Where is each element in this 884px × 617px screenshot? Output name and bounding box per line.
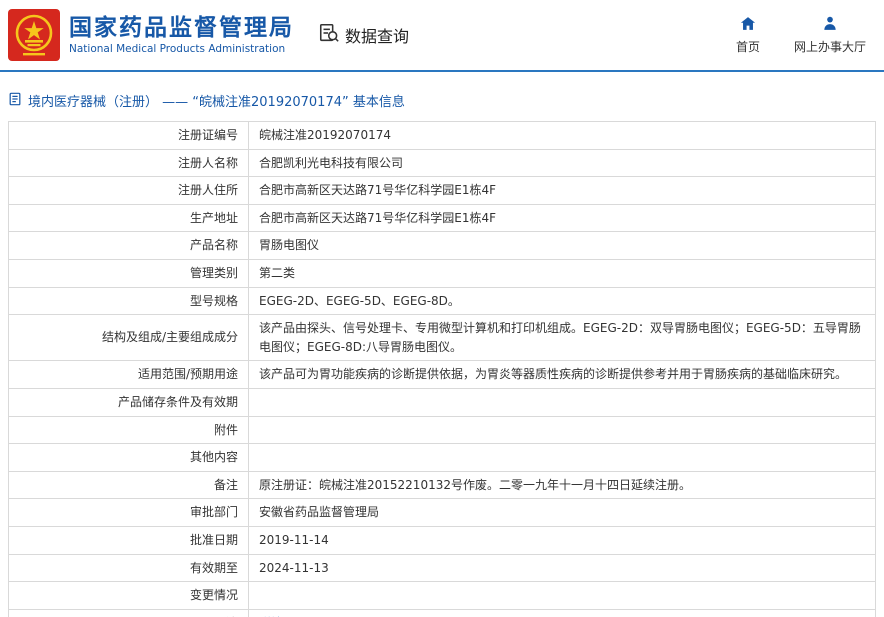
table-row: 产品名称 胃肠电图仪: [8, 231, 876, 260]
home-icon: [738, 15, 758, 35]
table-row: 管理类别 第二类: [8, 258, 876, 288]
table-row: 附件: [8, 415, 876, 445]
table-row: 注详情: [8, 608, 876, 617]
data-query-icon: [318, 22, 340, 48]
nav-home[interactable]: 首页: [736, 15, 760, 55]
row-label-text: 批准日期: [189, 532, 238, 547]
nav-service-hall[interactable]: 网上办事大厅: [794, 15, 866, 55]
row-value: 合肥市高新区天达路71号华亿科学园E1栋4F: [248, 203, 876, 233]
row-value: [248, 415, 876, 445]
nav-home-label: 首页: [735, 40, 760, 54]
row-label-text: 变更情况: [189, 588, 238, 603]
row-value: [248, 387, 876, 417]
row-label-text: 其他内容: [189, 450, 238, 465]
row-label: 注册人住所: [8, 176, 249, 205]
breadcrumb-text: 境内医疗器械（注册） —— “皖械注准20192070174” 基本信息: [28, 95, 405, 110]
logo-block: 国家药品监督管理局 National Medical Products Admi…: [8, 9, 294, 61]
row-label: 型号规格: [8, 286, 249, 316]
header-nav: 首页 网上办事大厅: [736, 15, 866, 55]
row-value: EGEG-2D、EGEG-5D、EGEG-8D。: [248, 286, 876, 316]
table-row: 其他内容: [8, 443, 876, 472]
row-value: [248, 443, 876, 472]
row-label: 有效期至: [8, 553, 249, 583]
row-value: 该产品由探头、信号处理卡、专用微型计算机和打印机组成。EGEG-2D：双导胃肠电…: [248, 314, 876, 362]
row-value: 2019-11-14: [248, 525, 876, 555]
table-row: 适用范围/预期用途 该产品可为胃功能疾病的诊断提供依据，为胃炎等器质性疾病的诊断提…: [8, 360, 876, 389]
table-row: 备注 原注册证：皖械注准20152210132号作废。二零一九年十一月十四日延续注…: [8, 470, 876, 500]
row-label-text: 有效期至: [189, 560, 238, 575]
row-label: 备注: [8, 470, 249, 500]
document-icon: [8, 92, 22, 110]
row-label-text: 产品储存条件及有效期: [117, 394, 238, 409]
row-label: 管理类别: [8, 258, 249, 288]
row-label-text: 适用范围/预期用途: [137, 367, 238, 382]
title-block: 国家药品监督管理局 National Medical Products Admi…: [69, 15, 294, 55]
row-label: 附件: [8, 415, 249, 445]
row-label-text: 结构及组成/主要组成成分: [101, 330, 238, 345]
table-row: 变更情况: [8, 581, 876, 610]
row-label-text: 注册证编号: [177, 128, 238, 142]
row-label: 注册人名称: [8, 148, 249, 178]
table-row: 有效期至 2024-11-13: [8, 553, 876, 583]
row-value: 第二类: [248, 258, 876, 288]
person-icon: [820, 15, 840, 35]
row-label: 审批部门: [8, 498, 249, 527]
row-label: 批准日期: [8, 525, 249, 555]
table-row: 型号规格 EGEG-2D、EGEG-5D、EGEG-8D。: [8, 286, 876, 316]
data-query-label: 数据查询: [345, 27, 410, 46]
row-label-text: 注册人住所: [177, 183, 238, 198]
row-value: 2024-11-13: [248, 553, 876, 583]
row-value: 胃肠电图仪: [248, 231, 876, 260]
row-label: 注: [8, 608, 249, 617]
row-label-text: 生产地址: [189, 210, 238, 225]
table-row: 生产地址 合肥市高新区天达路71号华亿科学园E1栋4F: [8, 203, 876, 233]
row-label-text: 产品名称: [189, 238, 238, 253]
row-value: 详情: [248, 608, 876, 617]
site-title: 国家药品监督管理局: [69, 14, 294, 41]
row-value: 合肥凯利光电科技有限公司: [248, 148, 876, 178]
nmpa-emblem-logo: [8, 9, 60, 61]
row-label: 注册证编号: [8, 121, 249, 150]
row-label-text: 附件: [213, 422, 238, 437]
nav-hall-label: 网上办事大厅: [793, 40, 866, 54]
row-label: 其他内容: [8, 443, 249, 472]
breadcrumb: 境内医疗器械（注册） —— “皖械注准20192070174” 基本信息: [0, 72, 884, 121]
row-label: 产品名称: [8, 231, 249, 260]
table-row: 批准日期 2019-11-14: [8, 525, 876, 555]
row-label-text: 型号规格: [189, 293, 238, 308]
table-row: 结构及组成/主要组成成分 该产品由探头、信号处理卡、专用微型计算机和打印机组成。E…: [8, 314, 876, 362]
table-row: 注册人名称 合肥凯利光电科技有限公司: [8, 148, 876, 178]
table-row: 注册证编号 皖械注准20192070174: [8, 121, 876, 150]
site-subtitle: National Medical Products Administration: [69, 43, 286, 56]
row-label: 结构及组成/主要组成成分: [8, 314, 249, 362]
row-value: 该产品可为胃功能疾病的诊断提供依据，为胃炎等器质性疾病的诊断提供参考并用于胃肠疾…: [248, 360, 876, 389]
row-label: 变更情况: [8, 581, 249, 610]
row-value: 合肥市高新区天达路71号华亿科学园E1栋4F: [248, 176, 876, 205]
row-value: 原注册证：皖械注准20152210132号作废。二零一九年十一月十四日延续注册。: [248, 470, 876, 500]
data-query-tab[interactable]: 数据查询: [318, 22, 409, 48]
site-header: 国家药品监督管理局 National Medical Products Admi…: [0, 0, 884, 70]
registration-info-table: 注册证编号 皖械注准20192070174 注册人名称 合肥凯利光电科技有限公司 注册人…: [8, 121, 876, 617]
row-value: 皖械注准20192070174: [248, 121, 876, 150]
row-label-text: 注册人名称: [177, 155, 238, 170]
row-label-text: 备注: [213, 477, 238, 492]
row-value: 安徽省药品监督管理局: [248, 498, 876, 527]
row-value: [248, 581, 876, 610]
row-label-text: 审批部门: [189, 505, 238, 520]
table-row: 审批部门 安徽省药品监督管理局: [8, 498, 876, 527]
row-label: 产品储存条件及有效期: [8, 387, 249, 417]
table-row: 注册人住所 合肥市高新区天达路71号华亿科学园E1栋4F: [8, 176, 876, 205]
row-label: 生产地址: [8, 203, 249, 233]
table-row: 产品储存条件及有效期: [8, 387, 876, 417]
row-label: 适用范围/预期用途: [8, 360, 249, 389]
row-label-text: 管理类别: [189, 265, 238, 280]
info-table-body: 注册证编号 皖械注准20192070174 注册人名称 合肥凯利光电科技有限公司 注册人…: [8, 121, 876, 617]
